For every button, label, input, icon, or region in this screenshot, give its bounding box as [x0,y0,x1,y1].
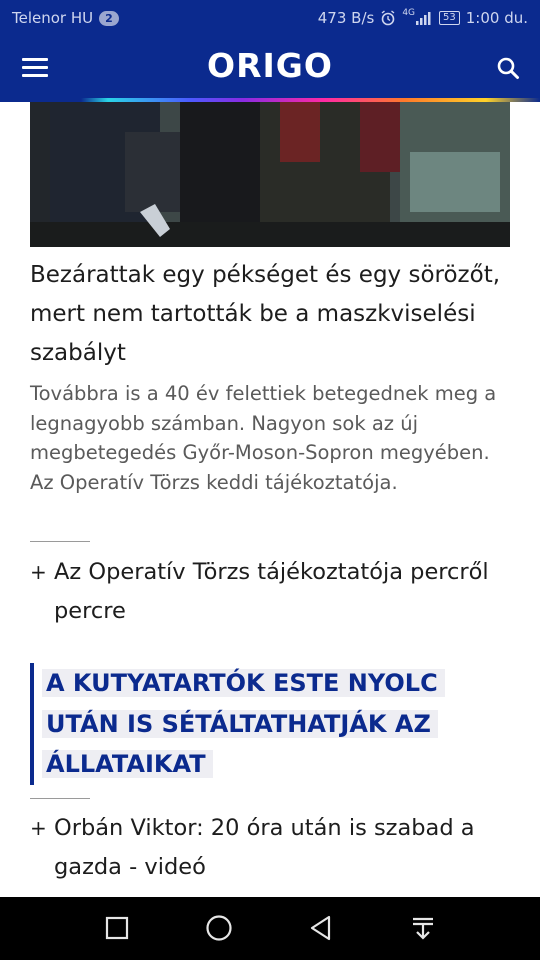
recents-square-icon[interactable] [102,913,132,943]
carrier-name: Telenor HU [12,9,94,27]
highlight-line-2: UTÁN IS SÉTÁLTATHATJÁK AZ [42,709,438,738]
status-left: Telenor HU 2 [12,9,119,27]
home-circle-icon[interactable] [204,913,234,943]
signal-icon [416,12,431,25]
status-bar: Telenor HU 2 473 B/s 4G 53 1:00 du. [0,0,540,36]
article-lead: Továbbra is a 40 év felettiek betegednek… [30,382,497,494]
status-right: 473 B/s 4G 53 1:00 du. [317,8,528,27]
carrier-badge: 2 [99,10,119,26]
search-icon[interactable] [496,56,520,80]
battery-icon: 53 [439,11,460,25]
article-photo[interactable] [30,102,510,247]
plus-icon: + [30,560,47,584]
related-link-orban-viktor[interactable]: + Orbán Viktor: 20 óra után is szabad a … [30,809,510,887]
back-triangle-icon[interactable] [306,913,336,943]
highlight-headline[interactable]: A KUTYATARTÓK ESTE NYOLC UTÁN IS SÉTÁLTA… [30,663,454,785]
origo-logo[interactable]: ORIGO [0,46,540,85]
related-link-operativ-torzs[interactable]: + Az Operatív Törzs tájékoztatója percrő… [30,553,510,631]
plus-icon: + [30,816,47,840]
related-link-text: Orbán Viktor: 20 óra után is szabad a ga… [54,815,475,880]
network-type: 4G [402,8,416,18]
separator-1 [30,541,90,542]
highlight-line-1: A KUTYATARTÓK ESTE NYOLC [42,669,445,697]
net-speed: 473 B/s [317,9,375,27]
app-header: ORIGO [0,36,540,98]
photo-illustration [30,102,510,247]
system-navigation-bar [0,897,540,960]
alarm-icon [381,10,395,26]
related-link-text: Az Operatív Törzs tájékoztatója percről … [54,559,489,624]
notification-pull-down-icon[interactable] [408,913,438,943]
clock: 1:00 du. [465,9,528,27]
separator-2 [30,798,90,799]
highlight-line-3: ÁLLATAIKAT [42,750,213,778]
article-headline[interactable]: Bezárattak egy pékséget és egy sörözőt, … [30,256,510,373]
